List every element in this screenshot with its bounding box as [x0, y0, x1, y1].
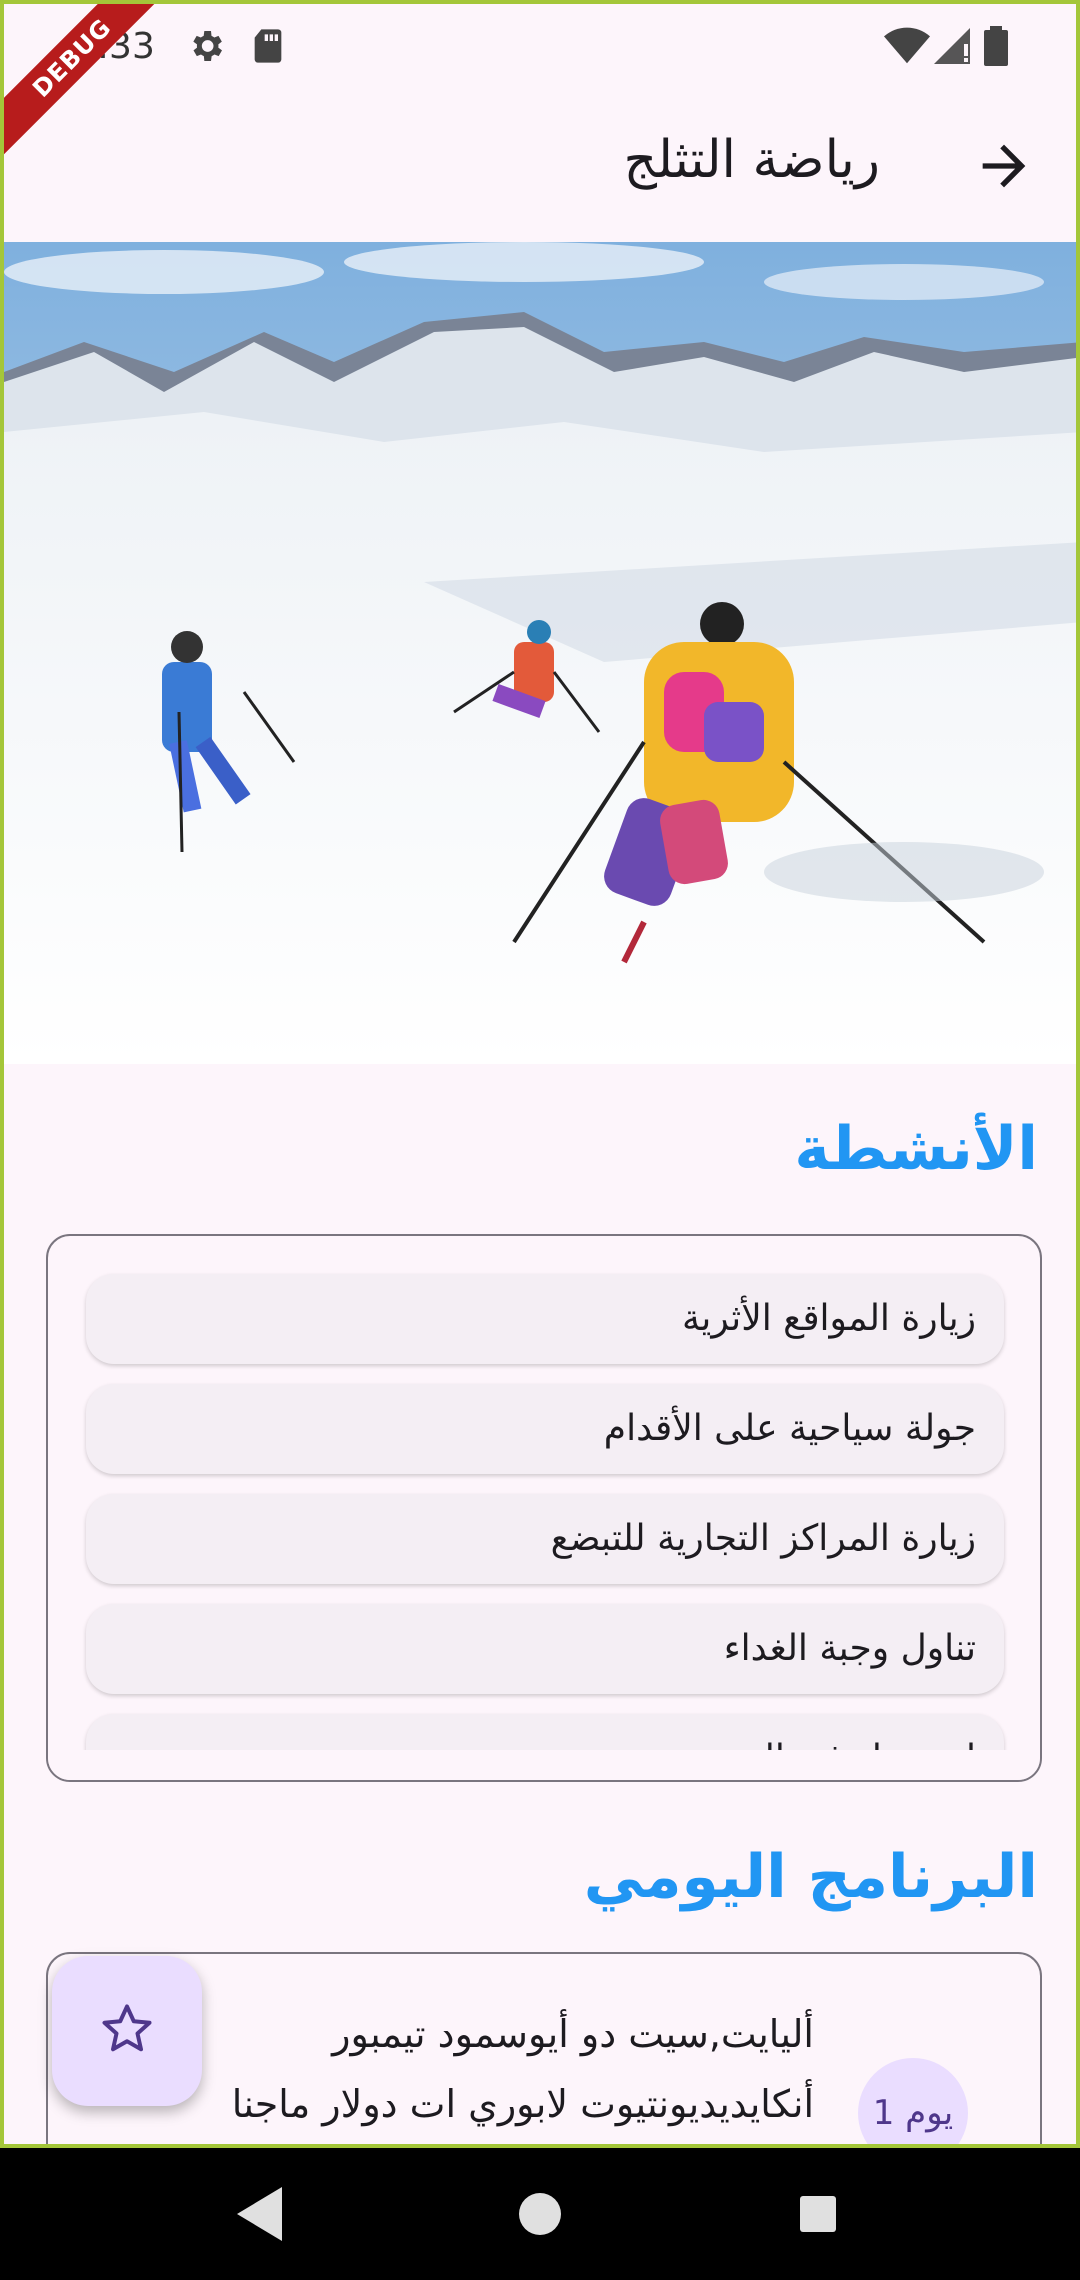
navigation-bar [0, 2148, 1080, 2280]
star-outline-icon [97, 1999, 157, 2063]
arrow-forward-icon[interactable] [972, 134, 1036, 198]
settings-icon [186, 26, 226, 70]
favorite-fab[interactable] [52, 1956, 202, 2106]
list-item[interactable]: جولة سياحية على الأقدام [86, 1384, 1004, 1474]
sd-card-icon [250, 26, 286, 70]
list-item[interactable]: زيارة المواقع الأثرية [86, 1274, 1004, 1364]
daily-program-title: البرنامج اليومي [583, 1842, 1038, 1912]
day-badge: يوم 1 [858, 2058, 968, 2144]
status-bar: DEBUG 3:33 [4, 4, 1076, 165]
program-line: أليايت,سيت دو أيوسمود تيمبور [332, 2012, 814, 2056]
app-bar: رياضة التثلج [4, 92, 1076, 242]
app-frame: DEBUG 3:33 رياضة التثلج الأنشطة زيارة ال… [0, 0, 1080, 2148]
signal-icon [934, 26, 974, 70]
recents-nav-icon[interactable] [796, 2184, 840, 2248]
battery-icon [984, 26, 1008, 70]
wifi-icon [884, 26, 930, 70]
list-clip [48, 1750, 1040, 1780]
program-line: أنكايديديونتيوت لابوري ات دولار ماجنا [231, 2082, 814, 2126]
hero-image [4, 242, 1076, 1064]
home-nav-icon[interactable] [516, 2184, 564, 2248]
list-item[interactable]: زيارة المراكز التجارية للتبضع [86, 1494, 1004, 1584]
page-title: رياضة التثلج [623, 130, 880, 190]
activities-title: الأنشطة [794, 1114, 1038, 1184]
list-item[interactable]: تناول وجبة الغداء [86, 1604, 1004, 1694]
back-nav-icon[interactable] [234, 2184, 288, 2248]
activities-list[interactable]: زيارة المواقع الأثرية جولة سياحية على ال… [46, 1234, 1042, 1782]
